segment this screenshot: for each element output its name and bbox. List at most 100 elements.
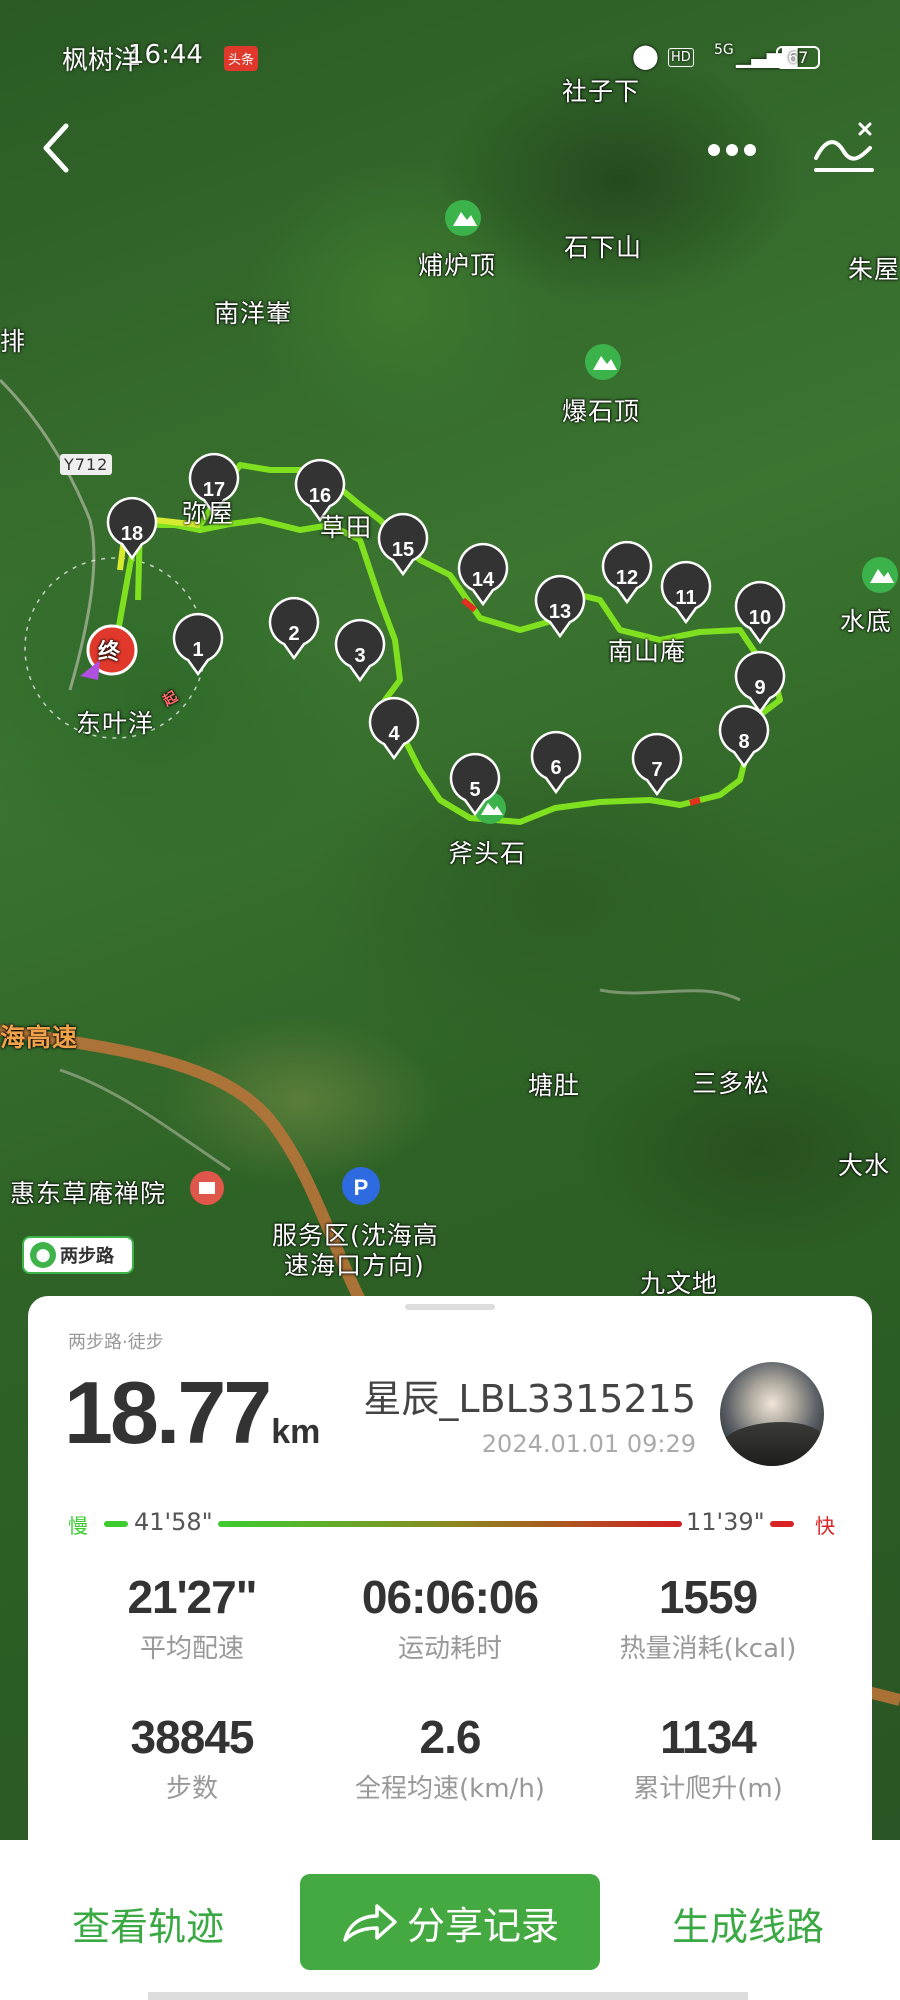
stat-value: 2.6: [419, 1711, 482, 1763]
map-label: 速海口方向): [284, 1251, 425, 1280]
end-marker-label: 终: [98, 640, 122, 665]
waypoint-marker[interactable]: 8: [718, 704, 770, 769]
waypoint-marker[interactable]: 6: [530, 730, 582, 795]
waypoint-marker[interactable]: 3: [334, 618, 386, 683]
waypoint-marker[interactable]: 12: [601, 540, 653, 605]
distance-value: 18.77: [64, 1363, 272, 1462]
status-time: 16:44: [128, 40, 203, 70]
pace-fast-swatch: [770, 1521, 794, 1527]
stat-value: 1134: [660, 1711, 757, 1763]
distance-unit: km: [271, 1413, 321, 1451]
stat-avg-speed: 2.6 全程均速(km/h): [320, 1710, 580, 1805]
map-label: 东叶洋: [76, 709, 155, 738]
stat-steps: 38845 步数: [62, 1710, 322, 1805]
waypoint-number: 6: [550, 757, 561, 779]
activity-type: 两步路·徒步: [68, 1332, 164, 1353]
stat-label: 热量消耗(kcal): [619, 1634, 797, 1664]
elevation-chart-icon[interactable]: [812, 118, 876, 178]
minor-road: [599, 988, 741, 1002]
pace-legend: 慢 41'58" 11'39" 快: [68, 1508, 872, 1538]
minor-road: [59, 1068, 231, 1172]
distance-display: 18.77km: [64, 1362, 320, 1464]
brand-label: 两步路: [60, 1246, 114, 1267]
activity-datetime: 2024.01.01 09:29: [481, 1430, 696, 1458]
track-red: [689, 797, 701, 806]
battery-icon: 67: [776, 46, 821, 69]
map-label: 烳炉顶: [418, 251, 497, 280]
mountain-icon: [862, 557, 898, 593]
waypoint-marker[interactable]: 7: [631, 732, 683, 797]
waypoint-number: 7: [651, 759, 662, 781]
waypoint-number: 12: [616, 567, 638, 589]
stat-value: 06:06:06: [361, 1571, 539, 1623]
stat-duration: 06:06:06 运动耗时: [320, 1570, 580, 1665]
map-label: 斧头石: [448, 839, 527, 868]
map-label: 三多松: [692, 1069, 771, 1098]
temple-icon: [190, 1171, 224, 1205]
minor-road: [0, 378, 96, 691]
waypoint-number: 14: [472, 569, 495, 591]
waypoint-marker[interactable]: 13: [534, 574, 586, 639]
waypoint-number: 9: [754, 677, 765, 699]
share-label: 分享记录: [406, 1903, 559, 1948]
track-red: [461, 597, 477, 613]
map-label: 塘肚: [528, 1071, 581, 1100]
waypoint-marker[interactable]: 11: [660, 560, 712, 625]
share-icon: [343, 1904, 397, 1942]
waypoint-number: 16: [309, 485, 331, 507]
location-icon: ⬤: [632, 42, 659, 70]
waypoint-number: 3: [354, 645, 365, 667]
stat-label: 运动耗时: [397, 1634, 502, 1664]
waypoint-marker[interactable]: 18: [106, 496, 158, 561]
pace-fast-label: 快: [815, 1514, 835, 1538]
parking-icon: P: [342, 1167, 380, 1205]
waypoint-number: 4: [388, 723, 400, 745]
generate-route-button[interactable]: 生成线路: [672, 1896, 824, 1951]
direction-arrow: [80, 660, 100, 680]
more-dots-icon[interactable]: [706, 140, 758, 160]
pace-slow-label: 慢: [68, 1514, 88, 1538]
pace-fast-value: 11'39": [686, 1508, 765, 1536]
map-label: 大水: [838, 1151, 891, 1180]
avatar[interactable]: [720, 1362, 824, 1466]
waypoint-marker[interactable]: 15: [377, 512, 429, 577]
activity-summary-card: 两步路·徒步 18.77km 星辰_LBL3315215 2024.01.01 …: [28, 1296, 872, 1840]
waypoint-number: 13: [549, 601, 571, 623]
back-button[interactable]: [36, 120, 76, 176]
username: 星辰_LBL3315215: [363, 1377, 696, 1421]
map-label: 弥屋: [182, 499, 235, 528]
share-record-button[interactable]: 分享记录: [300, 1874, 600, 1970]
map-label: 海高速: [0, 1023, 79, 1052]
bottom-edge: [148, 1992, 748, 2000]
map-label: 惠东草庵禅院: [10, 1179, 167, 1208]
waypoint-number: 8: [738, 731, 749, 753]
waypoint-number: 15: [392, 539, 414, 561]
waypoint-marker[interactable]: 2: [268, 596, 320, 661]
map-label: 石下山: [564, 233, 643, 262]
stat-elevation-gain: 1134 累计爬升(m): [578, 1710, 838, 1805]
waypoint-number: 1: [192, 639, 203, 661]
map-label: 爆石顶: [562, 397, 641, 426]
map-label: 排: [0, 327, 27, 356]
waypoint-number: 5: [469, 779, 480, 801]
mountain-icon: [445, 200, 481, 236]
map-label: 草田: [320, 513, 373, 542]
waypoint-marker[interactable]: 1: [172, 612, 224, 677]
drag-handle[interactable]: [405, 1304, 495, 1310]
stat-label: 步数: [165, 1774, 218, 1804]
hd-icon: HD: [668, 48, 694, 67]
stat-calories: 1559 热量消耗(kcal): [578, 1570, 838, 1665]
view-track-button[interactable]: 查看轨迹: [72, 1896, 224, 1951]
stat-value: 38845: [130, 1711, 255, 1763]
svg-text:P: P: [354, 1175, 369, 1200]
map-label: 九文地: [640, 1269, 719, 1298]
map-label: 南洋輋: [214, 299, 293, 328]
pace-slow-value: 41'58": [134, 1508, 213, 1536]
brand-badge: ⬤ 两步路: [22, 1236, 134, 1274]
road-badge: Y712: [60, 454, 113, 475]
map-label: 朱屋: [848, 255, 900, 284]
two-step-logo-icon: ⬤: [30, 1242, 56, 1268]
stat-label: 全程均速(km/h): [355, 1774, 545, 1804]
pace-slow-swatch: [104, 1521, 128, 1527]
map-label: 南山庵: [608, 637, 687, 666]
